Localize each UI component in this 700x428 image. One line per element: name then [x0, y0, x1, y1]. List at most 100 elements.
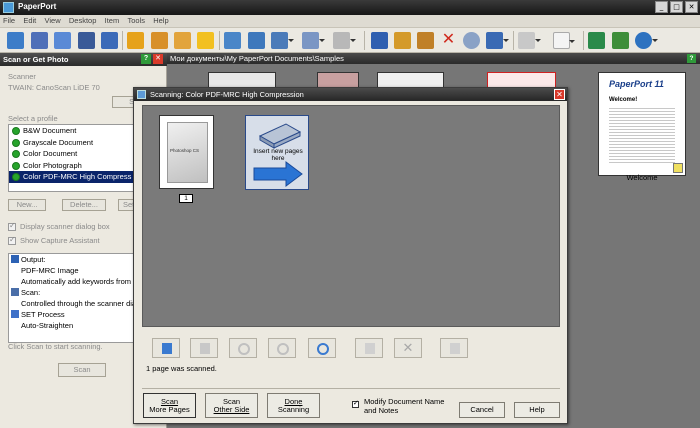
profile-summary: Output: PDF-MRC Image Automatically add …	[8, 253, 136, 343]
dialog-divider	[142, 388, 560, 389]
summary-row: Output:	[9, 254, 135, 265]
left-pane-title: Scan or Get Photo	[3, 55, 69, 64]
search-icon[interactable]	[54, 32, 71, 49]
export-icon[interactable]	[518, 32, 541, 49]
properties-icon[interactable]	[78, 32, 95, 49]
insert-page-icon[interactable]	[152, 338, 180, 358]
profile-item[interactable]: Color Document	[9, 148, 135, 160]
done-scanning-button[interactable]: Done Scanning	[267, 393, 320, 418]
menu-tools[interactable]: Tools	[124, 15, 148, 26]
folder-up-icon[interactable]	[151, 32, 168, 49]
menu-edit[interactable]: Edit	[20, 15, 39, 26]
undo-icon[interactable]	[463, 32, 480, 49]
show-assistant-checkbox[interactable]	[8, 235, 16, 245]
scan-more-pages-button[interactable]: Scan More Pages	[143, 393, 196, 418]
insert-pages-target[interactable]: Insert new pages here	[245, 115, 309, 190]
welcome-label: Welcome	[626, 173, 658, 182]
sort-icon[interactable]	[302, 32, 325, 49]
item-info-icon[interactable]	[101, 32, 118, 49]
folders-icon[interactable]	[7, 32, 24, 49]
highlight-icon[interactable]	[197, 32, 214, 49]
new-document-icon[interactable]	[553, 32, 575, 49]
folder-path-bar: Мои документы\My PaperPort Documents\Sam…	[167, 53, 700, 64]
delete-profile-button[interactable]: Delete...	[62, 199, 106, 211]
profile-status-icon	[12, 127, 20, 135]
delete-icon[interactable]: ✕	[440, 32, 457, 49]
copy-icon[interactable]	[394, 32, 411, 49]
folder-open-icon[interactable]	[174, 32, 191, 49]
scanned-pages-view: Photoshop CS 1 Insert new pages here	[142, 105, 560, 327]
view-mode-icon[interactable]	[271, 32, 294, 49]
minimize-icon[interactable]: _	[655, 1, 668, 13]
rotate-page-icon[interactable]	[308, 338, 336, 358]
toolbar-separator	[122, 31, 123, 50]
thumbnail-view-icon[interactable]	[224, 32, 241, 49]
dialog-title-bar: Scanning: Color PDF-MRC High Compression…	[134, 88, 567, 101]
menu-view[interactable]: View	[42, 15, 64, 26]
profile-item[interactable]: B&W Document	[9, 125, 135, 137]
append-page-icon[interactable]	[190, 338, 218, 358]
cancel-button[interactable]: Cancel	[459, 402, 505, 418]
menu-item[interactable]: Item	[102, 15, 123, 26]
note-icon	[673, 163, 683, 173]
summary-row: SET Process	[9, 309, 135, 320]
scanner-label: Scanner	[8, 72, 36, 81]
modify-document-checkbox[interactable]	[352, 399, 359, 408]
new-profile-button[interactable]: New...	[8, 199, 46, 211]
profile-item-selected[interactable]: Color PDF-MRC High Compress	[9, 171, 135, 183]
modify-document-label: Modify Document Name and Notes	[364, 397, 445, 415]
scan-hint: Click Scan to start scanning.	[8, 342, 103, 351]
scan-icon[interactable]	[31, 32, 48, 49]
rotate-right-icon[interactable]	[268, 338, 296, 358]
save-icon[interactable]	[371, 32, 388, 49]
app-title: PaperPort	[18, 2, 57, 11]
window-controls: _ □ ✕	[655, 1, 698, 13]
new-folder-icon[interactable]	[127, 32, 144, 49]
send-to-icon[interactable]	[486, 32, 509, 49]
move-page-icon[interactable]	[440, 338, 468, 358]
scan-button[interactable]: Scan	[58, 363, 106, 377]
profile-status-icon	[12, 161, 20, 170]
main-toolbar: ✕	[0, 28, 700, 53]
summary-row: Scan:	[9, 287, 135, 298]
paste-icon[interactable]	[417, 32, 434, 49]
toolbar-separator	[583, 31, 584, 50]
profile-item[interactable]: Color Photograph	[9, 160, 135, 172]
folder-path: Мои документы\My PaperPort Documents\Sam…	[170, 54, 344, 63]
help-icon[interactable]: ?	[141, 54, 151, 64]
rotate-icon[interactable]	[635, 32, 658, 49]
dialog-title: Scanning: Color PDF-MRC High Compression	[150, 90, 304, 99]
scanned-page-thumbnail[interactable]: Photoshop CS	[159, 115, 214, 189]
toolbar-separator	[364, 31, 365, 50]
profile-list: B&W Document Grayscale Document Color Do…	[8, 124, 136, 192]
show-assistant-label: Show Capture Assistant	[20, 236, 100, 245]
menu-desktop[interactable]: Desktop	[66, 15, 100, 26]
scanner-name: TWAIN: CanoScan LiDE 70	[8, 83, 100, 92]
summary-row: Controlled through the scanner dialo	[21, 299, 136, 308]
summary-row: Automatically add keywords from Fo	[21, 277, 136, 286]
welcome-document-thumbnail[interactable]: PaperPort 11 Welcome!	[598, 72, 686, 176]
display-dialog-checkbox[interactable]	[8, 221, 16, 231]
refresh-icon[interactable]	[333, 32, 356, 49]
help-icon[interactable]: ?	[687, 54, 696, 63]
rotate-left-icon[interactable]	[229, 338, 257, 358]
menu-file[interactable]: File	[0, 15, 18, 26]
profile-status-icon	[12, 150, 20, 158]
display-dialog-label: Display scanner dialog box	[20, 222, 110, 231]
help-button[interactable]: Help	[514, 402, 560, 418]
maximize-icon[interactable]: □	[670, 1, 683, 13]
output-icon	[11, 255, 19, 263]
close-icon[interactable]: ✕	[554, 89, 565, 100]
page-view-icon[interactable]	[248, 32, 265, 49]
flip-page-icon[interactable]	[355, 338, 383, 358]
welcome-body-text	[609, 106, 675, 164]
close-pane-icon[interactable]: ✕	[153, 54, 163, 64]
delete-page-icon[interactable]: ✕	[394, 338, 422, 358]
toolbar-separator	[219, 31, 220, 50]
close-icon[interactable]: ✕	[685, 1, 698, 13]
profile-item[interactable]: Grayscale Document	[9, 137, 135, 149]
menu-help[interactable]: Help	[150, 15, 171, 26]
scan-other-side-button[interactable]: Scan Other Side	[205, 393, 258, 418]
sync-icon[interactable]	[612, 32, 629, 49]
desktop-icon[interactable]	[588, 32, 605, 49]
